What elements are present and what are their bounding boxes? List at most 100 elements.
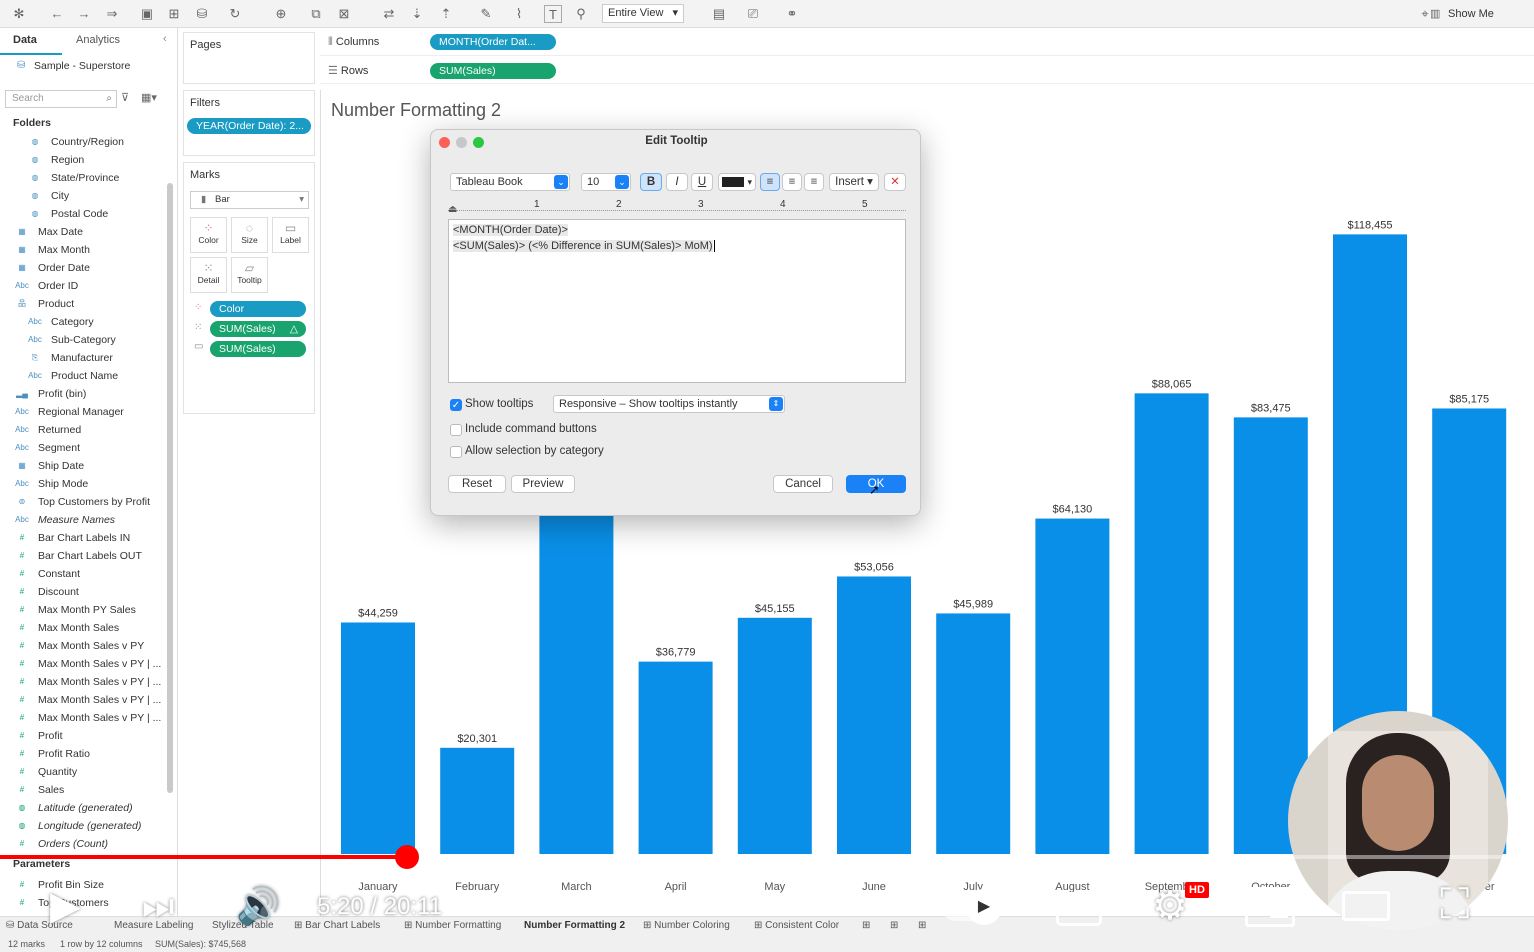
datasource-name[interactable]: Sample - Superstore bbox=[34, 60, 130, 72]
include-command-buttons-checkbox[interactable] bbox=[450, 424, 462, 436]
bar-june[interactable] bbox=[837, 576, 911, 854]
field-item[interactable]: # Orders (Count) bbox=[0, 835, 165, 853]
field-list-scrollbar[interactable] bbox=[167, 183, 173, 793]
tab-number-formatting-2[interactable]: Number Formatting 2 bbox=[524, 920, 625, 931]
insert-menu-button[interactable]: Insert ▾ bbox=[829, 173, 879, 191]
tab-data[interactable]: Data bbox=[13, 34, 37, 46]
field-item[interactable]: # Constant bbox=[0, 565, 165, 583]
field-item[interactable]: ⎘ Manufacturer bbox=[0, 349, 165, 367]
bar-august[interactable] bbox=[1035, 518, 1110, 854]
back-icon[interactable]: ← bbox=[48, 5, 66, 23]
parameter-item[interactable]: # Top Customers bbox=[0, 894, 165, 912]
presentation-icon[interactable]: ⎚ bbox=[744, 5, 762, 23]
field-item[interactable]: # Sales bbox=[0, 781, 165, 799]
field-item[interactable]: Abc Product Name bbox=[0, 367, 165, 385]
preview-button[interactable]: Preview bbox=[511, 475, 575, 493]
field-item[interactable]: ◍ Region bbox=[0, 151, 165, 169]
field-item[interactable]: # Max Month Sales v PY | ... bbox=[0, 709, 165, 727]
video-scrubber-handle[interactable] bbox=[394, 845, 419, 869]
field-item[interactable]: Abc Sub-Category bbox=[0, 331, 165, 349]
columns-shelf[interactable]: ⦀ Columns MONTH(Order Dat... bbox=[320, 30, 1534, 56]
text-color-button[interactable]: ▾ bbox=[718, 173, 756, 191]
cancel-button[interactable]: Cancel bbox=[773, 475, 833, 493]
filters-shelf[interactable]: Filters YEAR(Order Date): 2... bbox=[183, 90, 315, 156]
new-datasource-icon[interactable]: ⊞ bbox=[165, 5, 183, 23]
mark-type-select[interactable]: ▮ Bar ▾ bbox=[190, 191, 309, 209]
miniplayer-icon[interactable] bbox=[1245, 887, 1295, 927]
tab-consistent-color[interactable]: ⊞ Consistent Color bbox=[754, 920, 839, 931]
field-item[interactable]: ◍ Longitude (generated) bbox=[0, 817, 165, 835]
font-size-select[interactable]: 10 ⌄ bbox=[581, 173, 631, 191]
tab-bar-chart-labels[interactable]: ⊞ Bar Chart Labels bbox=[294, 920, 380, 931]
field-item[interactable]: # Max Month PY Sales bbox=[0, 601, 165, 619]
rows-pill-sales[interactable]: SUM(Sales) bbox=[430, 63, 556, 79]
settings-gear-icon[interactable]: ⚙ bbox=[1152, 884, 1188, 928]
field-item[interactable]: # Profit bbox=[0, 727, 165, 745]
search-input[interactable]: Search ⌕ bbox=[5, 90, 117, 108]
label-mark-button[interactable]: ▭ Label bbox=[272, 217, 309, 253]
field-item[interactable]: # Max Month Sales v PY | ... bbox=[0, 691, 165, 709]
view-options-icon[interactable]: ▦▾ bbox=[141, 91, 157, 104]
field-item[interactable]: # Profit Ratio bbox=[0, 745, 165, 763]
tableau-logo-icon[interactable]: ✻ bbox=[10, 5, 28, 23]
font-select[interactable]: Tableau Book ⌄ bbox=[450, 173, 570, 191]
sort-desc-icon[interactable]: ⇡ bbox=[437, 5, 455, 23]
filter-icon[interactable]: ⊽ bbox=[121, 91, 129, 104]
forward-icon[interactable]: → bbox=[75, 5, 93, 23]
field-item[interactable]: # Bar Chart Labels IN bbox=[0, 529, 165, 547]
size-mark-button[interactable]: ◌ Size bbox=[231, 217, 268, 253]
highlight-icon[interactable]: ✎ bbox=[477, 5, 495, 23]
field-item[interactable]: # Discount bbox=[0, 583, 165, 601]
color-mark-button[interactable]: ⁘ Color bbox=[190, 217, 227, 253]
field-item[interactable]: ◍ Postal Code bbox=[0, 205, 165, 223]
field-item[interactable]: # Quantity bbox=[0, 763, 165, 781]
fit-view-select[interactable]: Entire View ▾ bbox=[602, 4, 684, 23]
new-story-icon[interactable]: ⊞ bbox=[918, 920, 926, 931]
new-sheet-icon[interactable]: ⊕ bbox=[272, 5, 290, 23]
clear-icon[interactable]: ⊠ bbox=[335, 5, 353, 23]
fullscreen-icon[interactable]: ⛶ bbox=[1440, 880, 1469, 928]
bar-september[interactable] bbox=[1134, 393, 1209, 854]
tooltip-mark-button[interactable]: ▱ Tooltip bbox=[231, 257, 268, 293]
field-item[interactable]: ◍ Latitude (generated) bbox=[0, 799, 165, 817]
field-item[interactable]: ▦ Max Date bbox=[0, 223, 165, 241]
clear-format-icon[interactable]: ✕ bbox=[884, 173, 906, 191]
collapse-pane-icon[interactable]: ‹ bbox=[163, 33, 167, 45]
field-item[interactable]: Abc Regional Manager bbox=[0, 403, 165, 421]
field-item[interactable]: Abc Returned bbox=[0, 421, 165, 439]
group-icon[interactable]: ⌇ bbox=[510, 5, 528, 23]
field-item[interactable]: Abc Ship Mode bbox=[0, 475, 165, 493]
sort-asc-icon[interactable]: ⇣ bbox=[408, 5, 426, 23]
tab-number-coloring[interactable]: ⊞ Number Coloring bbox=[643, 920, 730, 931]
datasource-icon[interactable]: ⛁ bbox=[193, 5, 211, 23]
bar-may[interactable] bbox=[737, 617, 812, 854]
swap-icon[interactable]: ⇄ bbox=[380, 5, 398, 23]
pages-shelf[interactable]: Pages bbox=[183, 32, 315, 84]
tab-analytics[interactable]: Analytics bbox=[76, 34, 120, 46]
next-video-icon[interactable]: ⏭ bbox=[142, 884, 174, 928]
duplicate-icon[interactable]: ⧉ bbox=[307, 5, 325, 23]
bar-february[interactable] bbox=[440, 747, 515, 854]
refresh-icon[interactable]: ↻ bbox=[226, 5, 244, 23]
play-icon[interactable]: ▶ bbox=[50, 884, 81, 928]
field-item[interactable]: Abc Segment bbox=[0, 439, 165, 457]
columns-pill-month[interactable]: MONTH(Order Dat... bbox=[430, 34, 556, 50]
field-item[interactable]: ⊚ Top Customers by Profit bbox=[0, 493, 165, 511]
tooltip-mode-select[interactable]: Responsive – Show tooltips instantly ⇕ bbox=[553, 395, 785, 413]
rows-shelf[interactable]: ☰ Rows SUM(Sales) bbox=[320, 58, 1534, 84]
volume-icon[interactable]: 🔊 bbox=[236, 884, 281, 928]
mark-pill-sales-detail[interactable]: SUM(Sales) △ bbox=[210, 321, 306, 337]
bold-button[interactable]: B bbox=[640, 173, 662, 191]
card-toggle-icon[interactable]: ▤ bbox=[710, 5, 728, 23]
field-item[interactable]: # Bar Chart Labels OUT bbox=[0, 547, 165, 565]
share-icon[interactable]: ⚭ bbox=[783, 5, 801, 23]
field-item[interactable]: ◍ City bbox=[0, 187, 165, 205]
tab-number-formatting[interactable]: ⊞ Number Formatting bbox=[404, 920, 501, 931]
new-dashboard-icon[interactable]: ⊞ bbox=[890, 920, 898, 931]
italic-button[interactable]: I bbox=[666, 173, 688, 191]
show-tooltips-checkbox[interactable]: ✓ bbox=[450, 399, 462, 411]
autoplay-toggle[interactable]: ▶ bbox=[942, 889, 1002, 925]
bar-january[interactable] bbox=[341, 622, 415, 854]
pin-icon[interactable]: ⚲ bbox=[572, 5, 590, 23]
redo-icon[interactable]: ⇒ bbox=[103, 5, 121, 23]
